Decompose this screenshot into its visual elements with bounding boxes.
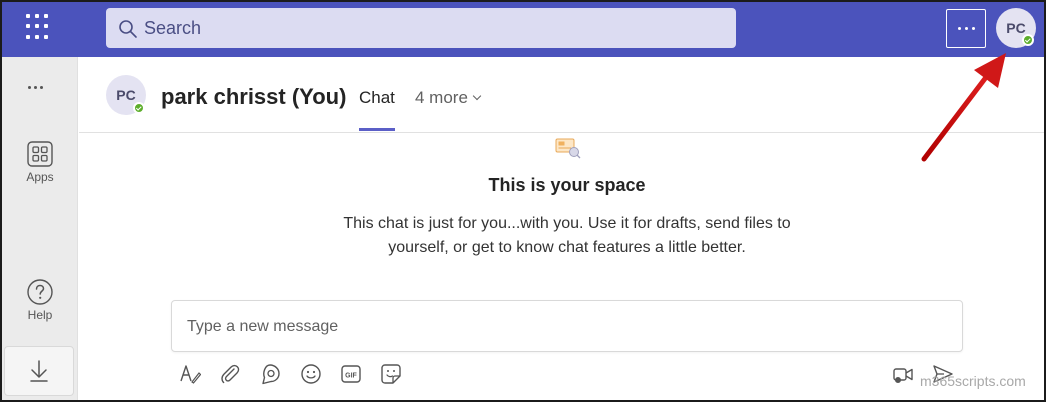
app-rail: Apps Help xyxy=(2,57,78,400)
search-placeholder: Search xyxy=(144,18,202,38)
more-apps-icon[interactable] xyxy=(28,86,43,89)
empty-state-description: This chat is just for you...with you. Us… xyxy=(302,212,832,260)
watermark: m365scripts.com xyxy=(920,373,1026,389)
description-line: yourself, or get to know chat features a… xyxy=(388,239,746,256)
rail-item-help[interactable]: Help xyxy=(2,278,78,322)
rail-item-label: Apps xyxy=(26,170,54,184)
tab-more-label: 4 more xyxy=(415,88,468,107)
annotation-arrow-icon xyxy=(921,53,1006,162)
app-launcher-icon[interactable] xyxy=(26,14,52,40)
download-icon xyxy=(30,360,48,382)
chat-header: PC park chrisst (You) Chat 4 more xyxy=(79,57,1044,133)
top-bar: Search PC xyxy=(2,2,1044,57)
chat-avatar[interactable]: PC xyxy=(106,75,146,115)
meet-now-icon[interactable] xyxy=(892,363,914,385)
search-box[interactable]: Search xyxy=(106,8,736,48)
sticker-icon[interactable] xyxy=(380,363,402,385)
gif-icon[interactable]: GIF xyxy=(340,363,362,385)
svg-text:GIF: GIF xyxy=(345,373,357,380)
rail-item-apps[interactable]: Apps xyxy=(2,140,78,184)
message-placeholder: Type a new message xyxy=(187,318,339,335)
chat-title: park chrisst (You) xyxy=(161,84,347,109)
presence-available-icon xyxy=(1022,34,1034,46)
loop-icon[interactable] xyxy=(259,363,281,385)
user-initials: PC xyxy=(1006,20,1026,36)
description-line: This chat is just for you...with you. Us… xyxy=(343,215,791,232)
empty-state-title: This is your space xyxy=(488,175,646,195)
help-icon xyxy=(27,279,53,305)
chevron-down-icon xyxy=(472,91,482,101)
download-button[interactable] xyxy=(4,346,74,396)
message-input[interactable]: Type a new message xyxy=(171,300,963,352)
active-tab-indicator xyxy=(359,128,395,131)
search-icon xyxy=(119,20,137,38)
rail-item-label: Help xyxy=(27,308,53,322)
presence-available-icon xyxy=(133,102,145,114)
emoji-icon[interactable] xyxy=(300,363,322,385)
apps-icon xyxy=(27,141,53,167)
teams-window: Search PC Apps Help PC park chrisst (You… xyxy=(0,0,1046,402)
tab-more-dropdown[interactable]: 4 more xyxy=(415,88,482,108)
attach-icon[interactable] xyxy=(219,363,241,385)
space-illustration-icon xyxy=(555,138,581,159)
tab-chat[interactable]: Chat xyxy=(359,88,395,108)
format-icon[interactable] xyxy=(179,363,201,385)
chat-avatar-initials: PC xyxy=(116,87,136,103)
